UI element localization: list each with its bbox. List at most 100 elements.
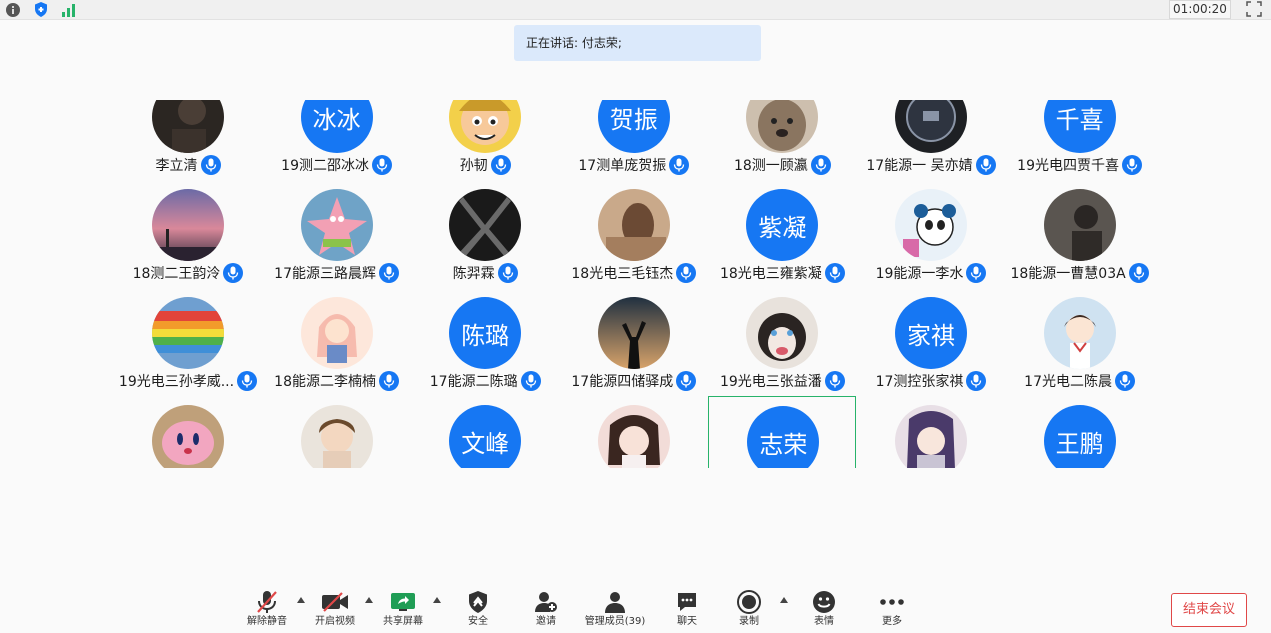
more-button[interactable]: 更多 bbox=[862, 589, 922, 633]
info-icon[interactable] bbox=[4, 1, 21, 18]
participant-tile[interactable]: 17能源三路晨辉 bbox=[263, 180, 411, 288]
microphone-icon bbox=[1128, 263, 1149, 283]
participant-tile[interactable]: 贺振 17测单庞贺振 bbox=[560, 100, 708, 180]
participant-name: 18测二王韵泠 bbox=[132, 266, 221, 282]
network-signal-icon[interactable] bbox=[60, 1, 77, 18]
participant-tile[interactable]: 18能源二李楠楠 bbox=[263, 288, 411, 396]
avatar bbox=[152, 189, 224, 261]
chat-icon bbox=[676, 589, 698, 615]
avatar bbox=[746, 100, 819, 153]
microphone-icon bbox=[669, 155, 690, 175]
microphone-icon bbox=[824, 263, 845, 283]
participant-name: 李立清 bbox=[155, 158, 198, 174]
avatar: 文峰 bbox=[449, 405, 522, 468]
participant-name: 18光电三雍紫凝 bbox=[719, 266, 822, 282]
avatar bbox=[300, 297, 373, 369]
participant-name: 17能源三路晨辉 bbox=[274, 266, 376, 282]
participant-name: 19能源一李水 bbox=[875, 266, 964, 282]
add-user-icon bbox=[534, 589, 558, 615]
participant-tile[interactable]: 19能源一李水 bbox=[857, 180, 1005, 288]
record-icon bbox=[737, 589, 761, 615]
participant-tile[interactable]: 家祺 17测控张家祺 bbox=[857, 288, 1005, 396]
participant-tile[interactable]: 18测二王韵泠 bbox=[114, 180, 262, 288]
participant-tile[interactable]: 17能源一 吴亦婧 bbox=[857, 100, 1005, 180]
record-options-caret[interactable] bbox=[780, 597, 788, 603]
participant-name-row: 17光电二陈晨 bbox=[1006, 370, 1154, 392]
participant-name-row: 18测二王韵泠 bbox=[114, 262, 262, 284]
participant-tile[interactable]: 19光电三张益潘 bbox=[708, 288, 856, 396]
participant-tile[interactable]: 19光电三汤丽萍 bbox=[114, 396, 262, 468]
microphone-icon bbox=[966, 263, 987, 283]
participant-name: 19光电三张益潘 bbox=[719, 374, 822, 390]
reactions-button[interactable]: 表情 bbox=[794, 589, 854, 633]
participant-tile[interactable]: 李立清 bbox=[114, 100, 262, 180]
participant-name-row: 18测一顾瀛 bbox=[708, 154, 856, 176]
chat-button[interactable]: 聊天 bbox=[657, 589, 717, 633]
participant-tile[interactable]: 王文涵婷 bbox=[560, 396, 708, 468]
participant-name-row: 17能源二陈璐 bbox=[411, 370, 559, 392]
avatar bbox=[597, 297, 670, 369]
participant-tile[interactable]: 紫凝 18光电三雍紫凝 bbox=[708, 180, 856, 288]
participant-name-row: 18光电三雍紫凝 bbox=[708, 262, 856, 284]
share-screen-button[interactable]: 共享屏幕 bbox=[373, 589, 433, 633]
participant-tile[interactable]: 陈璐 17能源二陈璐 bbox=[411, 288, 559, 396]
participant-tile[interactable]: 志荣付志荣 bbox=[708, 396, 857, 468]
participant-name-row: 李立清 bbox=[114, 154, 262, 176]
participant-tile[interactable]: 陈羿霖 bbox=[411, 180, 559, 288]
participant-tile[interactable]: 孙韧 bbox=[411, 100, 559, 180]
participant-tile[interactable]: 千喜 19光电四贾千喜 bbox=[1006, 100, 1154, 180]
participant-tile[interactable]: 文峰18光电一石文峰 bbox=[411, 396, 559, 468]
avatar bbox=[895, 100, 967, 153]
microphone-icon bbox=[223, 263, 244, 283]
participant-name-row: 18能源一曹慧03A bbox=[1006, 262, 1154, 284]
avatar bbox=[300, 405, 373, 468]
participant-tile[interactable]: 18光电三毛钰杰 bbox=[560, 180, 708, 288]
record-button[interactable]: 录制 bbox=[719, 589, 779, 633]
meeting-toolbar: 解除静音 开启视频 共享屏幕 安全 邀请 管理成员(39) 聊天 录制 表情 更… bbox=[0, 583, 1271, 633]
avatar: 贺振 bbox=[597, 100, 670, 153]
participant-name-row: 19测二邵冰冰 bbox=[263, 154, 411, 176]
participant-tile[interactable]: 冰冰 19测二邵冰冰 bbox=[263, 100, 411, 180]
microphone-icon bbox=[966, 371, 987, 391]
manage-members-button[interactable]: 管理成员(39) bbox=[585, 589, 645, 633]
microphone-icon bbox=[824, 371, 845, 391]
participant-name-row: 陈羿霖 bbox=[411, 262, 559, 284]
participant-name: 19测二邵冰冰 bbox=[281, 158, 369, 174]
participant-tile[interactable]: 18能源一杨娟宇 bbox=[857, 396, 1005, 468]
video-options-caret[interactable] bbox=[365, 597, 373, 603]
fullscreen-icon[interactable] bbox=[1246, 1, 1264, 19]
participant-tile[interactable]: 17能源四储驿成 bbox=[560, 288, 708, 396]
participant-name: 17测控张家祺 bbox=[875, 374, 964, 390]
avatar bbox=[449, 100, 522, 153]
participant-name-row: 孙韧 bbox=[411, 154, 559, 176]
avatar bbox=[895, 405, 967, 468]
start-video-button[interactable]: 开启视频 bbox=[305, 589, 365, 633]
participant-name-row: 17测单庞贺振 bbox=[560, 154, 708, 176]
shield-icon bbox=[468, 589, 488, 615]
participant-name-row: 17能源四储驿成 bbox=[560, 370, 708, 392]
microphone-icon bbox=[379, 371, 399, 391]
participant-tile[interactable]: 19光电一冯超辉 bbox=[263, 396, 411, 468]
avatar bbox=[597, 405, 670, 468]
participant-tile[interactable]: 王鹏18光电二王鹏 bbox=[1006, 396, 1154, 468]
participant-name-row: 17测控张家祺 bbox=[857, 370, 1005, 392]
participant-tile[interactable]: 17光电二陈晨 bbox=[1006, 288, 1154, 396]
avatar bbox=[152, 297, 224, 369]
participant-tile[interactable]: 18测一顾瀛 bbox=[708, 100, 856, 180]
avatar bbox=[1043, 189, 1116, 261]
share-options-caret[interactable] bbox=[433, 597, 441, 603]
participant-tile[interactable]: 19光电三孙孝威... bbox=[114, 288, 262, 396]
microphone-icon bbox=[676, 371, 697, 391]
end-meeting-button[interactable]: 结束会议 bbox=[1171, 593, 1247, 627]
microphone-icon bbox=[810, 155, 831, 175]
audio-options-caret[interactable] bbox=[297, 597, 305, 603]
participant-name: 孙韧 bbox=[459, 158, 488, 174]
microphone-icon bbox=[520, 371, 541, 391]
avatar bbox=[152, 100, 224, 153]
participant-name: 17能源四储驿成 bbox=[571, 374, 674, 390]
participant-tile[interactable]: 18能源一曹慧03A bbox=[1006, 180, 1154, 288]
shield-icon[interactable] bbox=[32, 1, 49, 18]
security-button[interactable]: 安全 bbox=[448, 589, 508, 633]
unmute-button[interactable]: 解除静音 bbox=[237, 589, 297, 633]
invite-button[interactable]: 邀请 bbox=[516, 589, 576, 633]
